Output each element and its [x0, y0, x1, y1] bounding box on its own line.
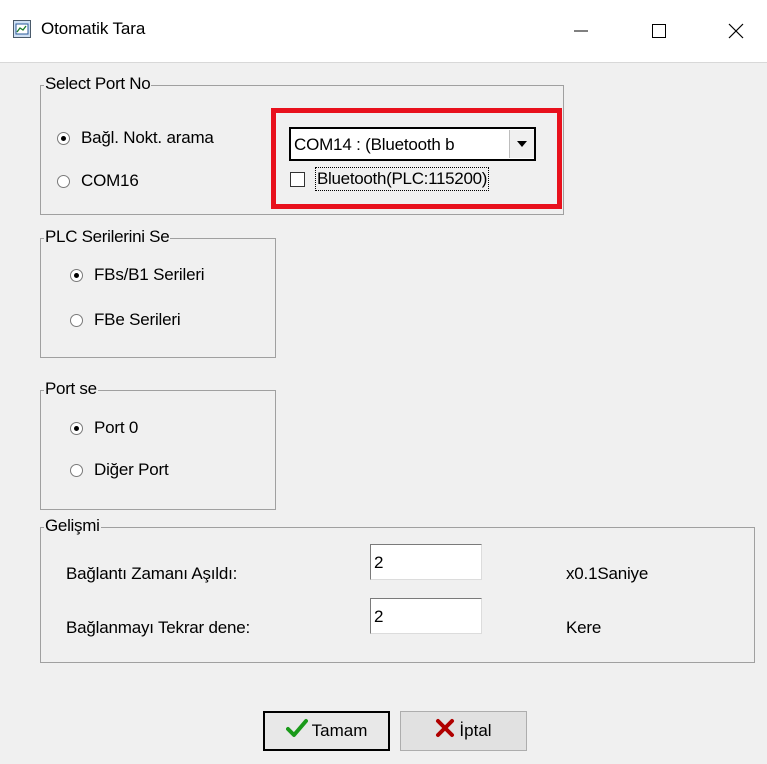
- ok-button[interactable]: Tamam: [263, 711, 390, 751]
- timeout-label: Bağlantı Zamanı Aşıldı:: [66, 564, 238, 583]
- ok-button-label: Tamam: [311, 721, 368, 740]
- retry-input[interactable]: [370, 598, 482, 634]
- radio-other-port[interactable]: Diğer Port: [70, 460, 169, 480]
- cancel-button[interactable]: İptal: [400, 711, 527, 751]
- radio-dot: [70, 268, 83, 282]
- radio-dot: [70, 463, 83, 477]
- radio-com16[interactable]: COM16: [57, 171, 139, 191]
- maximize-button[interactable]: [628, 0, 690, 62]
- radio-fbe[interactable]: FBe Serileri: [70, 310, 181, 330]
- timeout-unit: x0.1Saniye: [566, 564, 649, 583]
- cancel-button-label: İptal: [459, 721, 492, 740]
- maximize-icon: [652, 24, 666, 38]
- radio-label: FBe Serileri: [94, 310, 181, 329]
- minimize-button[interactable]: [550, 0, 612, 62]
- radio-label: Bağl. Nokt. arama: [81, 128, 214, 147]
- minimize-icon: [574, 30, 588, 32]
- highlight-box: [271, 108, 562, 209]
- close-icon: [728, 23, 744, 39]
- port-group-legend: Select Port No: [44, 74, 152, 94]
- retry-label: Bağlanmayı Tekrar dene:: [66, 618, 251, 637]
- plc-series-group: PLC Serilerini Se: [40, 227, 276, 358]
- radio-label: FBs/B1 Serileri: [94, 265, 205, 284]
- retry-unit: Kere: [566, 618, 602, 637]
- checkmark-icon: [285, 718, 308, 744]
- plc-group-legend: PLC Serilerini Se: [44, 227, 171, 247]
- port-choice-group: Port se: [40, 379, 276, 510]
- x-icon: [435, 718, 455, 744]
- radio-dot: [70, 421, 83, 435]
- window-title: Otomatik Tara: [41, 19, 146, 38]
- close-button[interactable]: [705, 0, 767, 62]
- radio-label: Diğer Port: [94, 460, 169, 479]
- radio-fbs-b1[interactable]: FBs/B1 Serileri: [70, 265, 205, 285]
- radio-label: Port 0: [94, 418, 139, 437]
- scan-app-icon: [13, 20, 31, 38]
- timeout-input[interactable]: [370, 544, 482, 580]
- radio-connection-search[interactable]: Bağl. Nokt. arama: [57, 128, 214, 148]
- advanced-group-legend: Gelişmi: [44, 516, 101, 536]
- radio-label: COM16: [81, 171, 139, 190]
- radio-dot: [70, 313, 83, 327]
- radio-dot: [57, 174, 70, 188]
- title-bar[interactable]: Otomatik Tara: [0, 0, 767, 62]
- portse-group-legend: Port se: [44, 379, 98, 399]
- radio-dot: [57, 131, 70, 145]
- radio-port0[interactable]: Port 0: [70, 418, 138, 438]
